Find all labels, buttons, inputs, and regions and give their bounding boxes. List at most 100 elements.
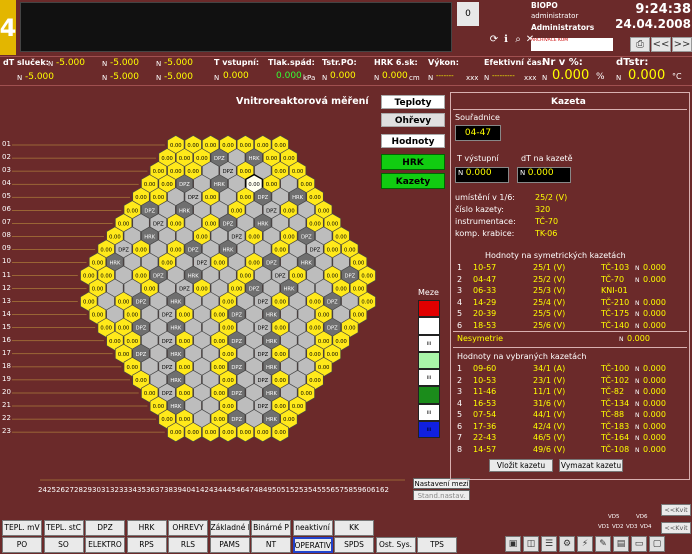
- clear-cassette-button[interactable]: Vymazat kazetu: [559, 459, 623, 472]
- list-icon[interactable]: ☰: [541, 536, 557, 552]
- toolbar-button[interactable]: PO: [2, 537, 42, 553]
- window-icon[interactable]: ▭: [631, 536, 647, 552]
- toolbar-button[interactable]: SPDS: [334, 537, 374, 553]
- core-cell-label: 0.00: [170, 247, 182, 253]
- core-cell-label: HRK: [292, 195, 304, 201]
- cassette-cell: 25/6 (V): [533, 320, 566, 330]
- core-cell-label: HRK: [249, 156, 261, 162]
- core-cell-label: 0.00: [135, 247, 147, 253]
- core-cell-label: HRK: [170, 300, 182, 306]
- toolbar-button[interactable]: TEPL. stC: [43, 520, 84, 536]
- view-hodnoty-button[interactable]: Hodnoty: [381, 134, 445, 148]
- tools-icon[interactable]: ⚙: [559, 536, 575, 552]
- toolbar-button[interactable]: ELEKTRO: [85, 537, 125, 553]
- toolbar-button[interactable]: TPS: [417, 537, 457, 553]
- core-cell-label: 0.00: [196, 287, 208, 293]
- col-label: 52: [290, 486, 299, 494]
- core-cell-label: 0.00: [214, 365, 226, 371]
- core-cell-label: 0.00: [353, 313, 365, 319]
- core-cell-label: 0.00: [83, 274, 95, 280]
- row-label: 14: [2, 309, 11, 318]
- view-teploty-button[interactable]: Teploty: [381, 95, 445, 109]
- toolbar-button[interactable]: KK: [334, 520, 374, 536]
- core-cell-label: 0.00: [292, 404, 304, 410]
- core-cell-label: 0.00: [170, 169, 182, 175]
- reactor-core-map[interactable]: 0.00 0.00 0.00 0.00 0.00 0.00 0.00 0.00 0.00 0.00…: [0, 0, 450, 500]
- cassette-value: 0.000: [643, 444, 666, 454]
- n-marker: N: [635, 377, 640, 385]
- toolbar-button[interactable]: Ost. Sys.: [375, 537, 416, 553]
- cassette-cell: TČ-100: [601, 364, 630, 373]
- cassette-cell: 2: [457, 274, 463, 284]
- screen-icon[interactable]: ▣: [505, 536, 521, 552]
- col-label: 36: [146, 486, 155, 494]
- dt-cassette-label: dT na kazetě: [521, 154, 573, 163]
- coord-field[interactable]: 04-47: [455, 125, 501, 141]
- toolbar-button[interactable]: NT: [251, 537, 291, 553]
- view-ohrevy-button[interactable]: Ohřevy: [381, 113, 445, 127]
- chart-icon[interactable]: ◫: [523, 536, 539, 552]
- core-cell-label: DPZ: [153, 274, 164, 280]
- insert-cassette-button[interactable]: Vložit kazetu: [489, 459, 553, 472]
- print-button[interactable]: ⎙: [630, 37, 650, 52]
- nav-next-button[interactable]: >>: [672, 37, 692, 52]
- kvit-button-1[interactable]: <<Kvit: [661, 504, 691, 516]
- toolbar-button[interactable]: neaktivní: [292, 520, 333, 536]
- cassette-panel: Kazeta Souřadnice 04-47 T výstupní dT na…: [450, 92, 690, 480]
- n-marker: N: [635, 446, 640, 454]
- core-cell-label: 0.00: [161, 156, 173, 162]
- cassette-cell: TČ-70: [601, 274, 625, 284]
- limit-band: [418, 317, 440, 335]
- search-icon[interactable]: ⌕: [512, 34, 524, 46]
- col-label: 30: [92, 486, 101, 494]
- nesym-label: Nesymetrie: [457, 334, 504, 343]
- view-kazety-button[interactable]: Kazety: [381, 173, 445, 189]
- table-icon[interactable]: ▤: [613, 536, 629, 552]
- toolbar-button[interactable]: DPZ: [85, 520, 125, 536]
- monitor-icon[interactable]: ▢: [649, 536, 665, 552]
- row-label: 10: [2, 257, 11, 266]
- num-value: 320: [535, 205, 551, 214]
- cassette-cell: 34/1 (A): [533, 364, 566, 373]
- info-icon[interactable]: ℹ: [500, 34, 512, 46]
- view-hrk-button[interactable]: HRK: [381, 154, 445, 170]
- num-label: číslo kazety:: [455, 205, 504, 214]
- toolbar-button[interactable]: PAMS: [209, 537, 250, 553]
- n-marker: N: [484, 74, 490, 82]
- limit-band: [418, 386, 440, 404]
- core-cell-label: DPZ: [266, 260, 277, 266]
- cassette-cell: 04-47: [473, 274, 497, 284]
- dtstr-unit: °C: [672, 72, 682, 81]
- core-cell-label: 0.00: [205, 221, 217, 227]
- toolbar-button[interactable]: Základné P: [209, 520, 250, 536]
- eff-time-label: Efektivní čas:: [484, 58, 545, 67]
- toolbar-button[interactable]: HRK: [126, 520, 167, 536]
- toolbar-button[interactable]: TEPL. mV: [2, 520, 42, 536]
- cassette-cell: 25/2 (V): [533, 274, 566, 284]
- edit-icon[interactable]: ✎: [595, 536, 611, 552]
- cassette-cell: TČ-175: [601, 309, 630, 318]
- nav-prev-button[interactable]: <<: [651, 37, 671, 52]
- toolbar-button[interactable]: RPS: [126, 537, 167, 553]
- toolbar-button[interactable]: OPERATIV: [292, 537, 333, 553]
- refresh-icon[interactable]: ⟳: [488, 34, 500, 46]
- col-label: 27: [65, 486, 74, 494]
- signal-icon[interactable]: ⚡: [577, 536, 593, 552]
- toolbar-button[interactable]: Binárné P: [251, 520, 291, 536]
- core-cell-label: DPZ: [266, 208, 277, 214]
- core-cell-label: 0.00: [222, 404, 234, 410]
- row-label: 11: [2, 270, 11, 279]
- core-cell-label: HRK: [301, 260, 313, 266]
- toolbar-button[interactable]: SO: [43, 537, 84, 553]
- cassette-value: 0.000: [643, 274, 666, 284]
- toolbar-button[interactable]: RLS: [168, 537, 208, 553]
- toolbar-button[interactable]: OHREVY: [168, 520, 208, 536]
- n-marker: N: [635, 322, 640, 330]
- n-marker: N: [542, 74, 548, 82]
- core-cell-label: 0.00: [127, 365, 139, 371]
- core-cell-label: 0.00: [309, 300, 321, 306]
- kvit-button-2[interactable]: <<Kvit: [661, 522, 691, 534]
- n-marker: N: [635, 435, 640, 442]
- core-cell-label: DPZ: [257, 300, 268, 306]
- core-cell-label: 0.00: [222, 352, 234, 358]
